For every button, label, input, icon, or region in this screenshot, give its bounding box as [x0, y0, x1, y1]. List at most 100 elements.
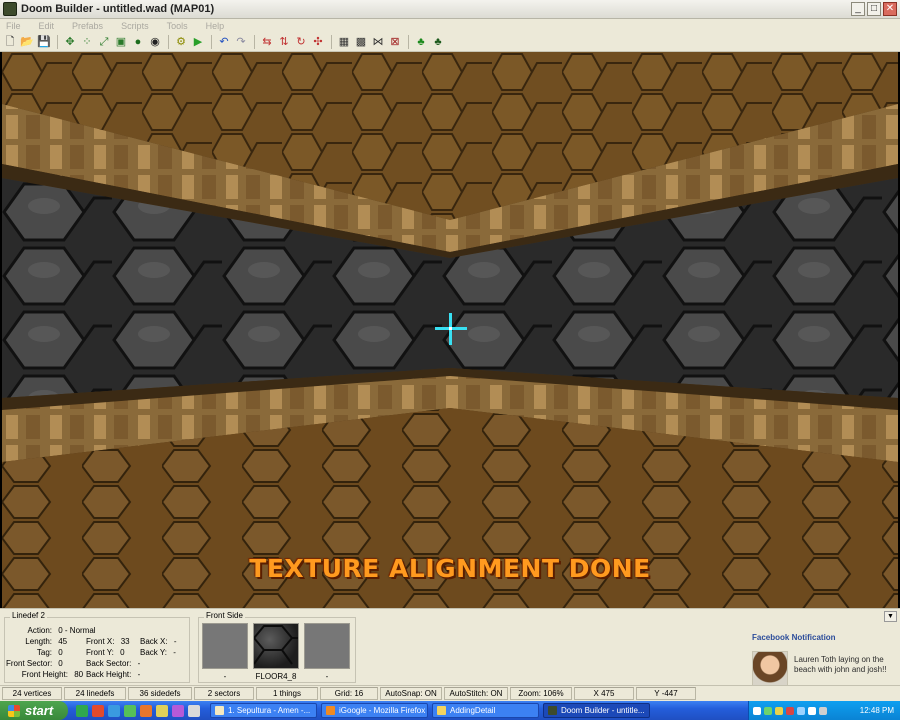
back-sector-label: Back Sector:	[86, 659, 132, 668]
length-field: Length: 45	[6, 637, 67, 646]
vertices-mode-icon[interactable]: ⁘	[80, 35, 94, 49]
3d-viewport[interactable]: TEXTURE ALIGNMENT DONE	[2, 52, 898, 608]
action-label: Action:	[27, 626, 52, 635]
toolbar-separator	[408, 35, 409, 49]
tray-messenger-icon[interactable]	[775, 706, 783, 715]
rotate-icon[interactable]: ↻	[294, 35, 308, 49]
crosshair-icon	[435, 313, 467, 345]
system-tray: 12:48 PM	[748, 701, 900, 720]
toolbar-separator	[168, 35, 169, 49]
collapse-panel-button[interactable]: ▼	[884, 611, 897, 622]
errors-icon[interactable]: ⊠	[388, 35, 402, 49]
task-doom-builder[interactable]: Doom Builder - untitle...	[543, 703, 650, 718]
3d-mode-icon[interactable]: ◉	[148, 35, 162, 49]
lines-mode-icon[interactable]: ⤢	[97, 35, 111, 49]
front-y-value: 0	[120, 648, 125, 657]
things-mode-icon[interactable]: ●	[131, 35, 145, 49]
tray-network-icon[interactable]	[797, 706, 805, 715]
status-zoom: Zoom: 106%	[510, 687, 572, 700]
back-y-value: -	[173, 648, 176, 657]
undo-icon[interactable]: ↶	[217, 35, 231, 49]
quicklaunch-misc-icon[interactable]	[172, 704, 184, 717]
tray-security-icon[interactable]	[786, 706, 794, 715]
menu-file[interactable]: File	[6, 21, 21, 31]
toolbar-separator	[211, 35, 212, 49]
resize-icon[interactable]: ✣	[311, 35, 325, 49]
open-folder-icon[interactable]: 📂	[20, 35, 34, 49]
flip-linedef-icon[interactable]: ⇆	[260, 35, 274, 49]
front-x-label: Front X:	[86, 637, 115, 646]
status-things: 1 things	[256, 687, 318, 700]
menu-edit[interactable]: Edit	[39, 21, 55, 31]
menu-tools[interactable]: Tools	[167, 21, 188, 31]
front-height-label: Front Height:	[21, 670, 68, 679]
status-sectors: 2 sectors	[194, 687, 254, 700]
front-height-field: Front Height: 80	[6, 670, 83, 679]
test-map-icon[interactable]: ▶	[191, 35, 205, 49]
status-autosnap: AutoSnap: ON	[380, 687, 442, 700]
grid-icon[interactable]: ▦	[337, 35, 351, 49]
front-sector-value: 0	[58, 659, 63, 668]
maximize-button[interactable]: □	[867, 2, 881, 16]
menu-bar: File Edit Prefabs Scripts Tools Help	[0, 19, 900, 33]
doom-builder-app-icon	[3, 2, 17, 16]
task-label: Doom Builder - untitle...	[561, 706, 645, 715]
stitch-icon[interactable]: ⋈	[371, 35, 385, 49]
quicklaunch-desktop-icon[interactable]	[76, 704, 88, 717]
move-icon[interactable]: ✥	[63, 35, 77, 49]
start-label: start	[25, 703, 54, 718]
quicklaunch-firefox-icon[interactable]	[140, 704, 152, 717]
lower-texture-preview[interactable]	[304, 623, 350, 669]
tray-app-icon[interactable]	[764, 706, 772, 715]
facebook-notification-title[interactable]: Facebook Notification	[752, 633, 836, 642]
save-icon[interactable]: 💾	[37, 35, 51, 49]
quicklaunch-ie-icon[interactable]	[108, 704, 120, 717]
menu-scripts[interactable]: Scripts	[121, 21, 149, 31]
tag-label: Tag:	[36, 648, 52, 657]
quicklaunch-expand-icon[interactable]	[188, 704, 200, 717]
build-icon[interactable]: ⚙	[174, 35, 188, 49]
status-autostitch: AutoStitch: ON	[444, 687, 508, 700]
task-addingdetail[interactable]: AddingDetail	[432, 703, 539, 718]
tree-dark-icon[interactable]: ♣	[431, 35, 445, 49]
window-title: Doom Builder - untitled.wad (MAP01)	[21, 3, 215, 15]
quicklaunch-app-icon[interactable]	[124, 704, 136, 717]
quicklaunch-media-icon[interactable]	[92, 704, 104, 717]
middle-texture-name: FLOOR4_8	[255, 672, 297, 681]
tray-misc-icon[interactable]	[819, 706, 827, 715]
toolbar-separator	[254, 35, 255, 49]
start-button[interactable]: start	[0, 701, 68, 720]
redo-icon[interactable]: ↷	[234, 35, 248, 49]
upper-texture-preview[interactable]	[202, 623, 248, 669]
task-firefox[interactable]: iGoogle - Mozilla Firefox	[321, 703, 428, 718]
sectors-mode-icon[interactable]: ▣	[114, 35, 128, 49]
back-sector-value: -	[137, 659, 141, 668]
minimize-button[interactable]: _	[851, 2, 865, 16]
back-x-label: Back X:	[140, 637, 168, 646]
taskbar-clock[interactable]: 12:48 PM	[860, 701, 894, 720]
front-x-value: 33	[120, 637, 130, 646]
upper-texture-name: -	[223, 672, 227, 681]
middle-texture-preview[interactable]	[252, 623, 299, 669]
folder-icon	[437, 706, 446, 715]
back-height-label: Back Height:	[86, 670, 132, 679]
length-value: 45	[58, 637, 68, 646]
tray-arrow-icon[interactable]	[753, 706, 761, 715]
avatar	[752, 651, 788, 687]
front-side-title: Front Side	[204, 611, 245, 620]
flip-sidedef-icon[interactable]: ⇅	[277, 35, 291, 49]
menu-help[interactable]: Help	[206, 21, 225, 31]
firefox-icon	[326, 706, 335, 715]
quicklaunch-folder-icon[interactable]	[156, 704, 168, 717]
menu-prefabs[interactable]: Prefabs	[72, 21, 103, 31]
close-button[interactable]: ✕	[883, 2, 897, 16]
status-vertices: 24 vertices	[2, 687, 62, 700]
tree-green-icon[interactable]: ♣	[414, 35, 428, 49]
new-file-icon[interactable]: 🗋	[3, 35, 17, 49]
facebook-notification-text[interactable]: Lauren Toth laying on the beach with joh…	[794, 655, 896, 675]
back-height-field: Back Height: -	[86, 670, 140, 679]
tray-volume-icon[interactable]	[808, 706, 816, 715]
task-sepultura[interactable]: 1. Sepultura - Amen -...	[210, 703, 317, 718]
snap-icon[interactable]: ▩	[354, 35, 368, 49]
back-y-field: Back Y: -	[140, 648, 176, 657]
